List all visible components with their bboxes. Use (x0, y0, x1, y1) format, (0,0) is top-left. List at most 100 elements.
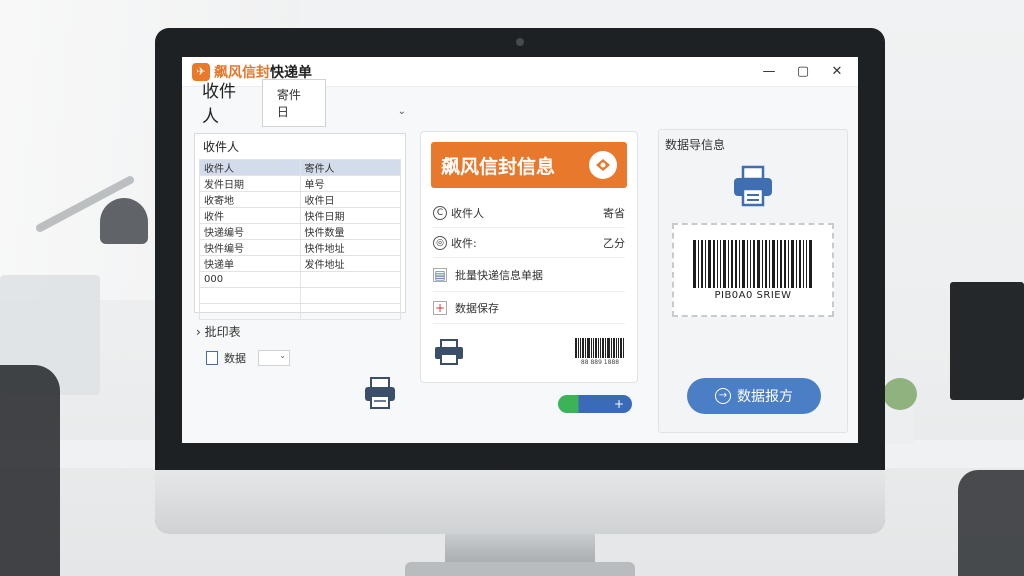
table-row[interactable]: 收件人 寄件人 (199, 159, 401, 176)
card-footer: 88 889 1888 (433, 338, 625, 366)
printer-icon[interactable] (433, 338, 465, 366)
table-row[interactable]: 快件编号 快件地址 (199, 239, 401, 256)
table-row[interactable]: 收寄地 收件日 (199, 191, 401, 208)
document-icon (206, 351, 218, 365)
close-button[interactable]: ✕ (830, 64, 844, 79)
table-row[interactable]: 000 (199, 271, 401, 288)
barcode-bar (776, 239, 778, 288)
barcode-bar (578, 338, 579, 358)
plus-icon: + (433, 300, 447, 315)
tab-sender-date[interactable]: 寄件日 (261, 79, 326, 127)
barcode-bar (749, 239, 751, 288)
barcode-bar (593, 338, 594, 358)
chevron-down-icon[interactable]: ⌄ (398, 106, 406, 127)
table-cell: 000 (199, 271, 301, 288)
barcode-bar (771, 239, 775, 288)
webcam (516, 38, 524, 46)
recipient-list: 收件人 收件人 寄件人 发件日期 单号 收寄地 收件日 收件 快件日期 快递编号 快件数量 快件编号… (194, 133, 406, 320)
right-panel: 数据导信息 PIB0A0 SRIEW → 数据报方 (658, 129, 848, 433)
barcode-bar (712, 239, 715, 288)
small-barcode: 88 889 1888 (575, 338, 625, 366)
table-cell: 收件日 (299, 191, 401, 208)
barcode-bar (602, 338, 604, 358)
background-plant-pot (886, 404, 914, 444)
table-cell (199, 303, 301, 320)
table-row[interactable] (199, 303, 401, 320)
recipient-table: 收件人 寄件人 发件日期 单号 收寄地 收件日 收件 快件日期 快递编号 快件数量 快件编号 快件地址… (199, 159, 401, 320)
printer-icon[interactable] (362, 375, 398, 415)
barcode-bar (783, 239, 786, 288)
barcode-bar (727, 239, 729, 288)
batch-row[interactable]: ▤ 批量快递信息单据 (433, 258, 625, 292)
printer-icon[interactable] (659, 163, 847, 209)
recipient-label: 收件人 (451, 206, 484, 220)
brand-banner: 飙风信封信息 (431, 142, 627, 188)
batch-icon: ▤ (433, 267, 447, 282)
barcode-bar (607, 338, 610, 358)
data-row: 数据 ⌄ (194, 350, 406, 366)
brand-badge-icon (589, 151, 617, 179)
table-row[interactable]: 收件 快件日期 (199, 207, 401, 224)
table-row[interactable] (199, 287, 401, 304)
banner-text: 飙风信封信息 (441, 155, 556, 178)
barcode-bar (719, 239, 721, 288)
table-cell (299, 287, 401, 304)
export-data-button[interactable]: → 数据报方 (687, 378, 821, 414)
table-cell (199, 287, 301, 304)
add-toggle-button[interactable]: + (558, 395, 632, 413)
barcode-bar (768, 239, 770, 288)
save-row[interactable]: + 数据保存 (433, 292, 625, 324)
left-panel: 收件人 寄件日 ⌄ 收件人 收件人 寄件人 发件日期 单号 收寄地 收件日 收件 快件日期 快递… (194, 79, 406, 427)
recipient-row[interactable]: C 收件人 寄省 (433, 198, 625, 228)
barcode-bar (582, 338, 584, 358)
barcode-bar (700, 239, 703, 288)
barcode-bar (752, 239, 755, 288)
barcode-bar (618, 338, 619, 358)
table-cell: 收件人 (199, 159, 301, 176)
table-cell: 快件地址 (299, 239, 401, 256)
barcode-bar (587, 338, 590, 358)
maximize-button[interactable]: ▢ (796, 64, 810, 79)
barcode-bar (722, 239, 726, 288)
barcode-bar (741, 239, 745, 288)
barcode-bar (756, 239, 760, 288)
table-row[interactable]: 快递单 发件地址 (199, 255, 401, 272)
barcode-bar (600, 338, 601, 358)
arrow-right-icon: → (715, 388, 731, 404)
barcode-bar (802, 239, 804, 288)
barcode-bar (738, 239, 740, 288)
table-cell: 发件地址 (299, 255, 401, 272)
label-preview-card: 飙风信封信息 C 收件人 寄省 ◎ 收件: 乙分 ▤ 批量快递信息单据 + 数据… (420, 131, 638, 383)
table-cell: 快件日期 (299, 207, 401, 224)
barcode-bar (734, 239, 737, 288)
small-barcode-text: 88 889 1888 (580, 359, 620, 366)
table-cell: 发件日期 (199, 175, 301, 192)
minimize-button[interactable]: — (762, 64, 776, 79)
barcode-bar (580, 338, 581, 358)
data-select[interactable]: ⌄ (258, 350, 290, 366)
barcode-bar (692, 239, 696, 288)
tab-recipient[interactable]: 收件人 (194, 77, 258, 127)
barcode-bar (585, 338, 586, 358)
table-row[interactable]: 快递编号 快件数量 (199, 223, 401, 240)
table-cell: 快递编号 (199, 223, 301, 240)
barcode-bar (613, 338, 615, 358)
batch-label: 批量快递信息单据 (455, 268, 543, 282)
background-lamp (100, 198, 148, 244)
barcode-bar (623, 338, 624, 358)
barcode-bar (761, 239, 763, 288)
table-cell: 快件编号 (199, 239, 301, 256)
barcode-bar (790, 239, 794, 288)
background-plant (883, 378, 917, 410)
receive-label: 收件: (451, 236, 477, 250)
barcode-bar (746, 239, 748, 288)
receive-row[interactable]: ◎ 收件: 乙分 (433, 228, 625, 258)
table-cell: 快递单 (199, 255, 301, 272)
save-label: 数据保存 (455, 301, 499, 315)
window-controls: — ▢ ✕ (762, 64, 848, 79)
table-cell (299, 303, 401, 320)
group-label[interactable]: › 批印表 (194, 323, 406, 340)
recipient-value: 寄省 (603, 206, 625, 220)
table-row[interactable]: 发件日期 单号 (199, 175, 401, 192)
barcode-bars (692, 239, 814, 288)
